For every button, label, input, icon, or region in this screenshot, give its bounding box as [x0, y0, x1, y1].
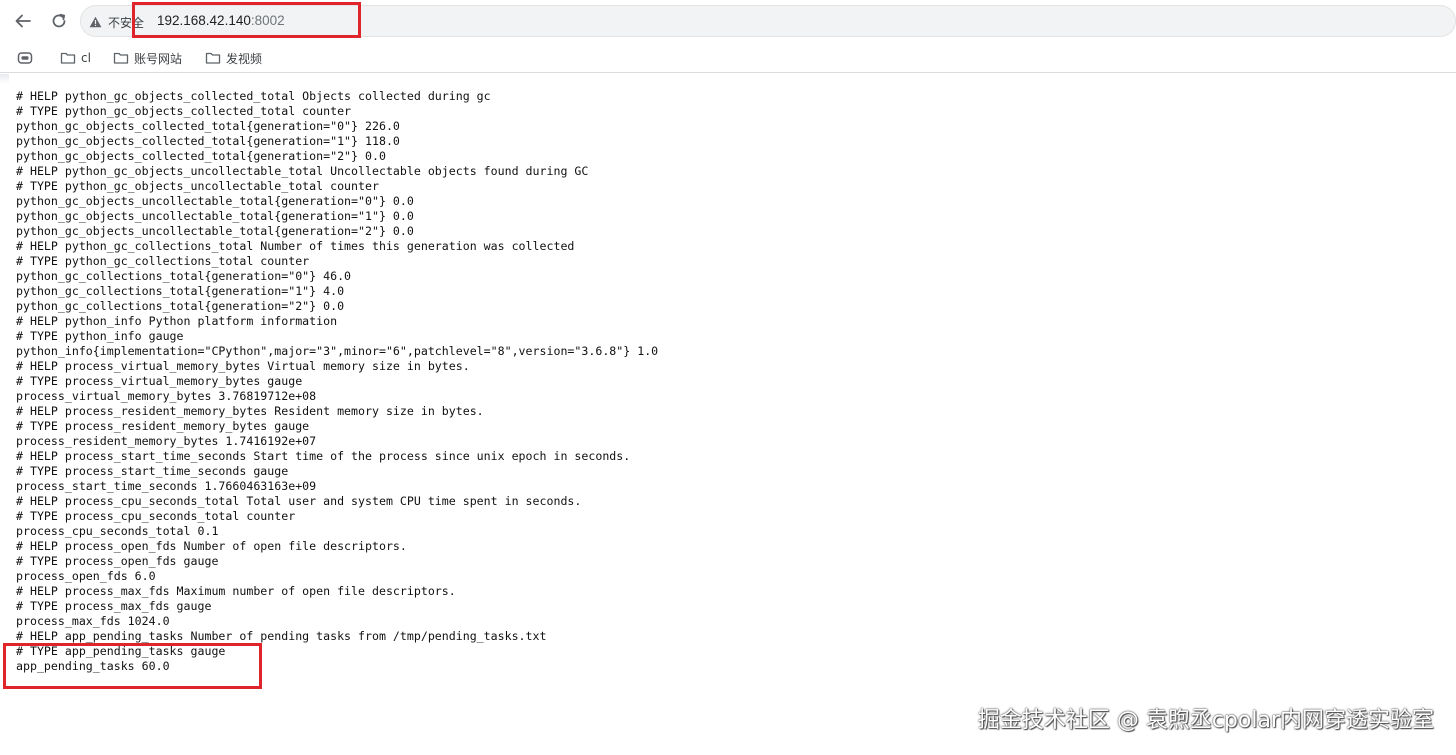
metrics-line: # HELP process_max_fds Maximum number of…: [16, 584, 456, 598]
metrics-line: # HELP python_gc_objects_collected_total…: [16, 89, 491, 103]
address-bar[interactable]: 不安全 192.168.42.140:8002: [80, 5, 1456, 37]
metrics-line: python_gc_collections_total{generation="…: [16, 284, 345, 298]
metrics-line: # HELP python_gc_objects_uncollectable_t…: [16, 164, 589, 178]
metrics-line: # TYPE python_gc_collections_total count…: [16, 254, 310, 268]
metrics-line: # TYPE process_resident_memory_bytes gau…: [16, 419, 310, 433]
metrics-line: app_pending_tasks 60.0: [16, 659, 170, 673]
tab-groups-icon: [17, 52, 33, 64]
bookmarks-bar: cl 账号网站 发视频: [0, 42, 1456, 73]
reload-button[interactable]: [44, 6, 74, 36]
watermark: 掘金技术社区 @ 袁煦丞cpolar内网穿透实验室: [977, 708, 1434, 733]
security-label: 不安全: [108, 15, 145, 30]
apps-button[interactable]: [12, 47, 38, 69]
metrics-line: python_gc_objects_uncollectable_total{ge…: [16, 209, 414, 223]
metrics-line: python_gc_collections_total{generation="…: [16, 269, 352, 283]
metrics-line: # TYPE python_info gauge: [16, 329, 184, 343]
folder-icon: [60, 52, 76, 64]
metrics-line: # TYPE app_pending_tasks gauge: [16, 644, 226, 658]
metrics-line: python_gc_objects_collected_total{genera…: [16, 119, 400, 133]
metrics-line: # HELP process_resident_memory_bytes Res…: [16, 404, 484, 418]
metrics-line: python_gc_objects_uncollectable_total{ge…: [16, 224, 414, 238]
metrics-line: python_gc_objects_collected_total{genera…: [16, 134, 400, 148]
metrics-line: # TYPE process_cpu_seconds_total counter: [16, 509, 296, 523]
content-edge-shadow: [0, 74, 9, 84]
warning-triangle-icon: [89, 16, 102, 28]
metrics-line: python_gc_objects_uncollectable_total{ge…: [16, 194, 414, 208]
bookmark-folder-cl[interactable]: cl: [55, 47, 96, 69]
security-indicator[interactable]: 不安全: [89, 12, 144, 32]
reload-icon: [52, 13, 66, 28]
metrics-line: process_virtual_memory_bytes 3.76819712e…: [16, 389, 317, 403]
arrow-left-icon: [15, 14, 31, 28]
metrics-line: # HELP python_gc_collections_total Numbe…: [16, 239, 575, 253]
folder-icon: [205, 52, 221, 64]
metrics-line: # HELP python_info Python platform infor…: [16, 314, 338, 328]
metrics-line: # TYPE python_gc_objects_uncollectable_t…: [16, 179, 379, 193]
metrics-line: # TYPE process_start_time_seconds gauge: [16, 464, 289, 478]
metrics-line: # TYPE python_gc_objects_collected_total…: [16, 104, 352, 118]
metrics-line: # TYPE process_virtual_memory_bytes gaug…: [16, 374, 303, 388]
url-host: 192.168.42.140: [157, 13, 251, 28]
folder-icon: [113, 52, 129, 64]
bookmark-folder-videos[interactable]: 发视频: [200, 47, 267, 69]
metrics-line: python_gc_objects_collected_total{genera…: [16, 149, 386, 163]
url-port: :8002: [250, 13, 285, 28]
metrics-line: # HELP process_cpu_seconds_total Total u…: [16, 494, 582, 508]
metrics-line: python_gc_collections_total{generation="…: [16, 299, 345, 313]
metrics-line: process_cpu_seconds_total 0.1: [16, 524, 219, 538]
metrics-line: python_info{implementation="CPython",maj…: [16, 344, 659, 358]
back-button[interactable]: [8, 6, 38, 36]
url-text[interactable]: 192.168.42.140:8002: [157, 13, 285, 28]
bookmark-label: 发视频: [226, 51, 263, 66]
metrics-line: process_open_fds 6.0: [16, 569, 156, 583]
metrics-line: process_max_fds 1024.0: [16, 614, 170, 628]
browser-toolbar: 不安全 192.168.42.140:8002: [0, 0, 1456, 42]
bookmark-label: 账号网站: [134, 51, 183, 66]
metrics-line: process_resident_memory_bytes 1.7416192e…: [16, 434, 317, 448]
metrics-line: process_start_time_seconds 1.7660463163e…: [16, 479, 317, 493]
metrics-text: # HELP python_gc_objects_collected_total…: [16, 89, 658, 674]
bookmark-folder-accounts[interactable]: 账号网站: [108, 47, 187, 69]
metrics-line: # HELP app_pending_tasks Number of pendi…: [16, 629, 547, 643]
metrics-line: # HELP process_start_time_seconds Start …: [16, 449, 631, 463]
metrics-line: # HELP process_virtual_memory_bytes Virt…: [16, 359, 470, 373]
bookmark-label: cl: [81, 51, 91, 65]
metrics-line: # TYPE process_open_fds gauge: [16, 554, 219, 568]
metrics-line: # HELP process_open_fds Number of open f…: [16, 539, 407, 553]
metrics-line: # TYPE process_max_fds gauge: [16, 599, 212, 613]
